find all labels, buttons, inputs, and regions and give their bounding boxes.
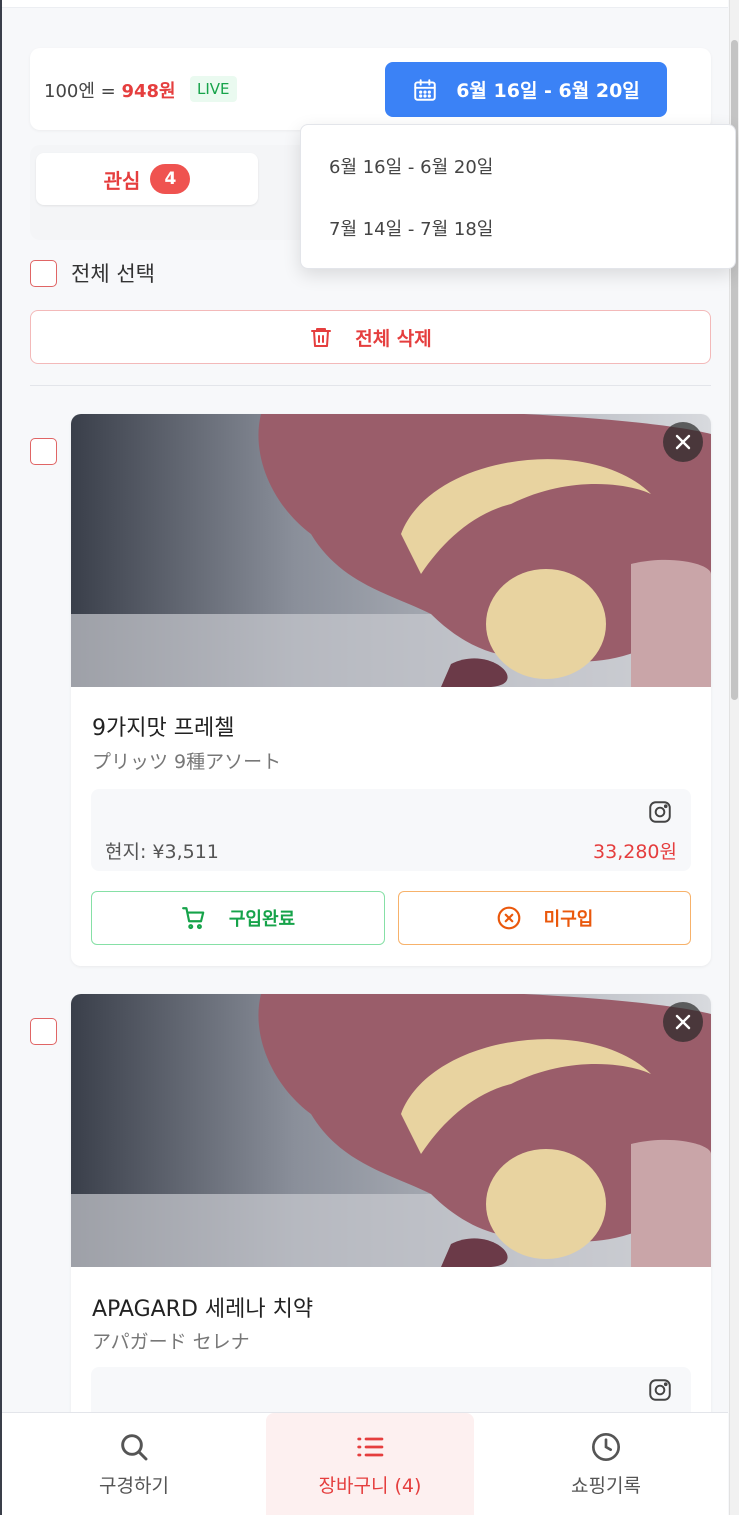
product-card-2: APAGARD 세레나 치약 アパガード セレナ	[71, 994, 711, 1434]
remove-item-button[interactable]	[663, 422, 703, 462]
item-checkbox-1[interactable]	[30, 438, 57, 465]
clock-icon	[592, 1433, 620, 1461]
nav-browse[interactable]: 구경하기	[30, 1413, 238, 1515]
tab-favorites-label: 관심	[103, 168, 141, 193]
delete-all-button[interactable]: 전체 삭제	[30, 310, 711, 364]
list-icon	[357, 1437, 384, 1457]
live-badge: LIVE	[190, 76, 237, 102]
purchased-label: 구입완료	[228, 909, 296, 930]
select-all-row[interactable]: 전체 선택	[30, 258, 155, 288]
select-all-checkbox[interactable]	[30, 259, 57, 287]
local-price: 현지: ¥3,511	[105, 841, 219, 863]
price-box: 현지: ¥3,511 33,280원	[91, 789, 691, 871]
tab-favorites[interactable]: 관심 4	[36, 153, 258, 205]
dropdown-option-1[interactable]: 6월 16일 - 6월 20일	[329, 153, 493, 179]
nav-cart-label: 장바구니 (4)	[318, 1475, 422, 1497]
product-image	[71, 414, 711, 687]
purchased-button[interactable]: 구입완료	[91, 891, 385, 945]
product-subtitle: アパガード セレナ	[92, 1331, 250, 1353]
krw-price: 33,280원	[593, 841, 677, 863]
bottom-navigation: 구경하기 장바구니 (4) 쇼핑기록	[2, 1412, 728, 1515]
not-purchased-button[interactable]: 미구입	[398, 891, 691, 945]
product-title: APAGARD 세레나 치약	[92, 1297, 314, 1322]
top-header-strip	[2, 0, 728, 8]
delete-all-label: 전체 삭제	[355, 327, 432, 350]
section-divider	[30, 385, 711, 386]
instagram-icon[interactable]	[647, 799, 673, 825]
exchange-rate-prefix: 100엔 =	[44, 81, 122, 102]
item-checkbox-2[interactable]	[30, 1018, 57, 1045]
product-title: 9가지맛 프레첼	[92, 716, 235, 741]
select-all-label: 전체 선택	[71, 262, 155, 286]
product-subtitle: プリッツ 9種アソート	[92, 751, 282, 773]
product-card-1: 9가지맛 프레첼 プリッツ 9種アソート 현지: ¥3,511 33,280원 …	[71, 414, 711, 966]
date-range-label: 6월 16일 - 6월 20일	[456, 80, 640, 102]
nav-browse-label: 구경하기	[99, 1475, 169, 1497]
not-purchased-label: 미구입	[543, 909, 594, 930]
exchange-rate-card: 100엔 = 948원 LIVE 6월 16일 - 6월 20일	[30, 48, 711, 130]
x-circle-icon	[497, 906, 521, 930]
remove-item-button[interactable]	[663, 1002, 703, 1042]
dropdown-option-2[interactable]: 7월 14일 - 7월 18일	[329, 215, 493, 241]
exchange-rate-text: 100엔 = 948원	[44, 77, 176, 103]
nav-history-label: 쇼핑기록	[571, 1475, 641, 1497]
exchange-rate-value: 948원	[121, 81, 176, 102]
cart-icon	[181, 907, 205, 930]
favorites-count-badge: 4	[150, 164, 191, 194]
window-frame-left	[0, 0, 2, 1515]
close-icon	[675, 434, 691, 450]
calendar-icon	[414, 78, 436, 101]
date-range-dropdown: 6월 16일 - 6월 20일 7월 14일 - 7월 18일	[300, 124, 736, 269]
nav-history[interactable]: 쇼핑기록	[502, 1413, 710, 1515]
search-icon	[121, 1434, 148, 1461]
instagram-icon[interactable]	[647, 1377, 673, 1403]
close-icon	[675, 1014, 691, 1030]
date-range-button[interactable]: 6월 16일 - 6월 20일	[385, 62, 667, 117]
trash-icon	[311, 328, 332, 347]
product-image	[71, 994, 711, 1267]
nav-cart[interactable]: 장바구니 (4)	[266, 1413, 474, 1515]
